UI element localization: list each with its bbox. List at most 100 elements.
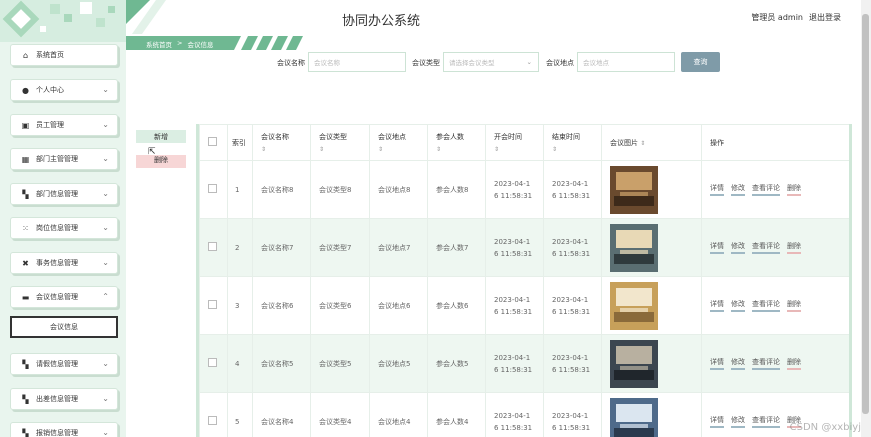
cell-ops: 详情 修改 查看评论 删除 xyxy=(701,334,849,393)
logout-link[interactable]: 退出登录 xyxy=(809,12,841,23)
col-image[interactable]: 会议图片 ⇕ xyxy=(601,124,702,161)
sidebar-item-label: 员工管理 xyxy=(36,121,64,129)
row-select-cell xyxy=(199,392,228,437)
detail-button[interactable]: 详情 xyxy=(710,357,724,370)
cell-end: 2023-04-1 6 11:58:31 xyxy=(543,160,602,219)
scrollbar-thumb[interactable] xyxy=(862,14,869,414)
user-label: 管理员 admin xyxy=(751,13,803,22)
cell-end-time: 6 11:58:31 xyxy=(552,365,591,374)
cell-ops: 详情 修改 查看评论 删除 xyxy=(701,218,849,277)
sort-icon[interactable]: ⇕ xyxy=(319,146,369,153)
meeting-image[interactable] xyxy=(610,397,658,437)
delete-button[interactable]: 删除 xyxy=(787,357,801,370)
sidebar-item-dept-head[interactable]: ▦ 部门主管管理 ⌄ xyxy=(10,148,118,170)
select-all-cell xyxy=(199,124,228,161)
cell-end-time: 6 11:58:31 xyxy=(552,249,591,258)
detail-button[interactable]: 详情 xyxy=(710,183,724,196)
meeting-image[interactable] xyxy=(610,223,658,272)
briefcase-icon: ▣ xyxy=(21,120,30,130)
chevron-down-icon: ⌄ xyxy=(102,359,109,368)
sidebar-item-travel[interactable]: ▚ 出差信息管理 ⌄ xyxy=(10,388,118,410)
sidebar-item-post-info[interactable]: ⁙ 岗位信息管理 ⌄ xyxy=(10,217,118,239)
delete-button[interactable]: 删除 xyxy=(787,299,801,312)
cell-end: 2023-04-1 6 11:58:31 xyxy=(543,392,602,437)
cell-place: 会议地点7 xyxy=(369,218,428,277)
delete-button[interactable]: 删除 xyxy=(787,241,801,254)
row-select-cell xyxy=(199,160,228,219)
view-comments-button[interactable]: 查看评论 xyxy=(752,241,780,254)
row-checkbox[interactable] xyxy=(208,300,217,309)
cell-end-time: 6 11:58:31 xyxy=(552,191,591,200)
cell-image xyxy=(601,392,702,437)
table-header-row: 索引 会议名称 ⇕ 会议类型 ⇕ 会议地点 ⇕ 参会人数 ⇕ 开会时间 ⇕ 结束时间 ⇕ 会… xyxy=(199,124,849,161)
col-end[interactable]: 结束时间 ⇕ xyxy=(543,124,602,161)
sort-icon[interactable]: ⇕ xyxy=(494,146,543,153)
col-type-label: 会议类型 xyxy=(319,133,347,141)
col-name[interactable]: 会议名称 ⇕ xyxy=(252,124,311,161)
col-end-label: 结束时间 xyxy=(552,133,580,141)
sidebar-item-meeting[interactable]: ▬ 会议信息管理 ⌃ xyxy=(10,286,118,308)
edit-button[interactable]: 修改 xyxy=(731,415,745,428)
meeting-type-select[interactable]: 请选择会议类型 ⌄ xyxy=(443,52,539,72)
meeting-image[interactable] xyxy=(610,281,658,330)
cell-count: 参会人数4 xyxy=(427,392,486,437)
detail-button[interactable]: 详情 xyxy=(710,241,724,254)
view-comments-button[interactable]: 查看评论 xyxy=(752,183,780,196)
row-checkbox[interactable] xyxy=(208,416,217,425)
select-all-checkbox[interactable] xyxy=(208,137,217,146)
cell-image xyxy=(601,218,702,277)
sort-icon[interactable]: ⇕ xyxy=(378,146,427,153)
sort-icon[interactable]: ⇕ xyxy=(261,146,310,153)
cell-count: 参会人数8 xyxy=(427,160,486,219)
col-place-label: 会议地点 xyxy=(378,133,406,141)
detail-button[interactable]: 详情 xyxy=(710,415,724,428)
sidebar-subitem-label: 会议信息 xyxy=(50,323,78,331)
view-comments-button[interactable]: 查看评论 xyxy=(752,299,780,312)
col-ops: 操作 xyxy=(701,124,849,161)
search-button[interactable]: 查询 xyxy=(681,52,720,72)
delete-button[interactable]: 删除 xyxy=(787,183,801,196)
user-icon: ● xyxy=(22,85,29,95)
edit-button[interactable]: 修改 xyxy=(731,183,745,196)
edit-button[interactable]: 修改 xyxy=(731,299,745,312)
cell-place: 会议地点8 xyxy=(369,160,428,219)
chevron-down-icon: ⌄ xyxy=(102,394,109,403)
sort-icon[interactable]: ⇕ xyxy=(640,140,645,147)
col-place[interactable]: 会议地点 ⇕ xyxy=(369,124,428,161)
meeting-table: 索引 会议名称 ⇕ 会议类型 ⇕ 会议地点 ⇕ 参会人数 ⇕ 开会时间 ⇕ 结束时间 ⇕ 会… xyxy=(196,124,852,437)
meeting-place-input[interactable]: 会议地点 xyxy=(577,52,675,72)
add-button[interactable]: 新增 xyxy=(136,130,186,143)
sidebar-item-personal[interactable]: ● 个人中心 ⌄ xyxy=(10,79,118,101)
sidebar-subitem-meeting-info[interactable]: 会议信息 xyxy=(10,316,118,338)
sidebar-item-reimburse[interactable]: ▚ 报销信息管理 ⌄ xyxy=(10,422,118,437)
breadcrumb-home[interactable]: 系统首页 xyxy=(146,39,172,49)
sidebar-item-dept-info[interactable]: ▚ 部门信息管理 ⌄ xyxy=(10,183,118,205)
edit-button[interactable]: 修改 xyxy=(731,241,745,254)
meeting-image[interactable] xyxy=(610,339,658,388)
cell-count: 参会人数6 xyxy=(427,276,486,335)
row-checkbox[interactable] xyxy=(208,184,217,193)
header: 协同办公系统 管理员 admin 退出登录 xyxy=(126,0,859,34)
view-comments-button[interactable]: 查看评论 xyxy=(752,357,780,370)
col-start[interactable]: 开会时间 ⇕ xyxy=(485,124,544,161)
row-checkbox[interactable] xyxy=(208,242,217,251)
row-select-cell xyxy=(199,276,228,335)
sort-icon[interactable]: ⇕ xyxy=(552,146,601,153)
meeting-image[interactable] xyxy=(610,165,658,214)
edit-button[interactable]: 修改 xyxy=(731,357,745,370)
sidebar-item-home[interactable]: ⌂ 系统首页 xyxy=(10,44,118,66)
col-type[interactable]: 会议类型 ⇕ xyxy=(310,124,370,161)
row-checkbox[interactable] xyxy=(208,358,217,367)
view-comments-button[interactable]: 查看评论 xyxy=(752,415,780,428)
batch-delete-button[interactable]: 删除 xyxy=(136,155,186,168)
meeting-name-input[interactable]: 会议名称 xyxy=(308,52,406,72)
col-count[interactable]: 参会人数 ⇕ xyxy=(427,124,486,161)
chair-icon: ▬ xyxy=(21,292,30,302)
table-row: 5 会议名称4 会议类型4 会议地点4 参会人数4 2023-04-1 6 11:58:31… xyxy=(199,392,849,437)
sort-icon[interactable]: ⇕ xyxy=(436,146,485,153)
detail-button[interactable]: 详情 xyxy=(710,299,724,312)
table-row: 1 会议名称8 会议类型8 会议地点8 参会人数8 2023-04-1 6 11:58:31… xyxy=(199,160,849,219)
sidebar-item-leave[interactable]: ▚ 请假信息管理 ⌄ xyxy=(10,353,118,375)
sidebar-item-staff[interactable]: ▣ 员工管理 ⌄ xyxy=(10,114,118,136)
sidebar-item-affairs[interactable]: ✖ 事务信息管理 ⌄ xyxy=(10,252,118,274)
